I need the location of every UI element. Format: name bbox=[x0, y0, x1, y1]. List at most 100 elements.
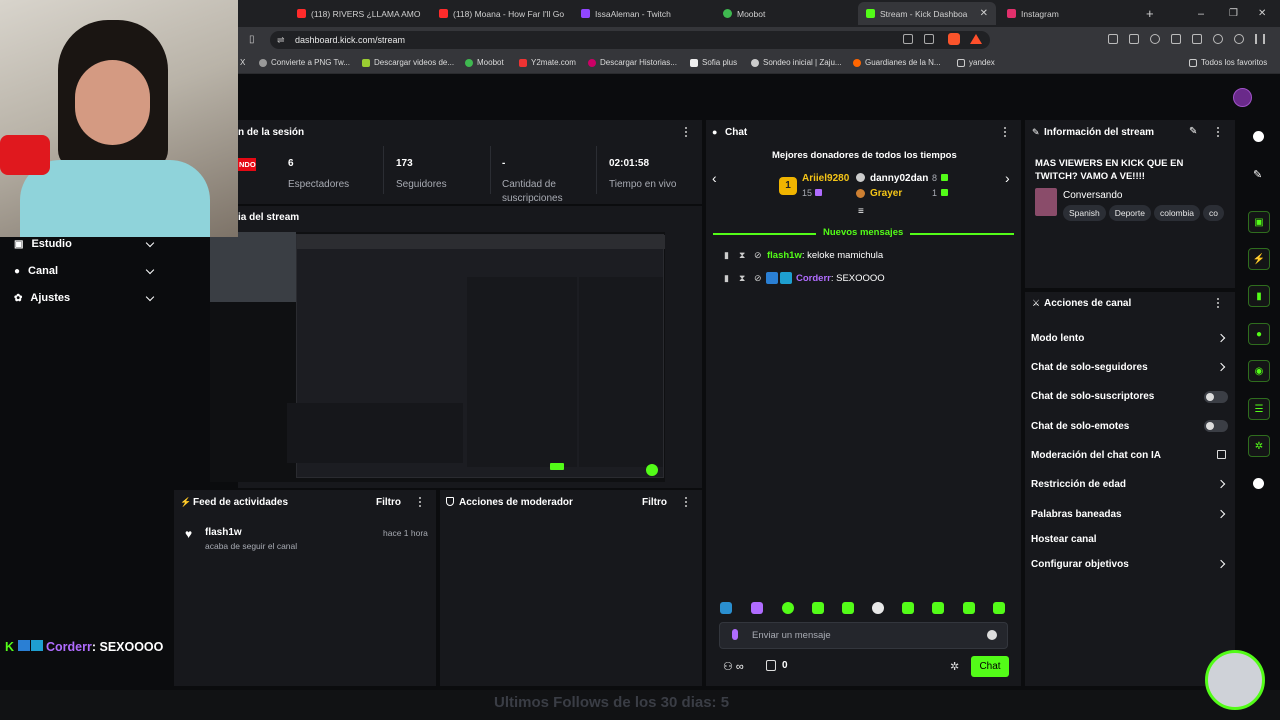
sidebar-item-estudio[interactable]: ▣ Estudio bbox=[14, 238, 72, 250]
more-icon[interactable] bbox=[685, 127, 688, 137]
edit-icon[interactable]: ✎ bbox=[1189, 126, 1197, 137]
maximize-icon[interactable]: ❐ bbox=[1229, 4, 1238, 23]
mute-icon[interactable] bbox=[903, 34, 913, 44]
menu-icon[interactable] bbox=[1255, 34, 1265, 44]
more-icon[interactable] bbox=[1217, 298, 1220, 308]
chevron-down-icon[interactable] bbox=[145, 238, 155, 248]
external-link-icon[interactable] bbox=[1217, 450, 1226, 459]
chevron-down-icon[interactable] bbox=[145, 265, 155, 275]
rail-button-clip[interactable]: ▮ bbox=[1248, 285, 1270, 307]
emote-icon[interactable] bbox=[842, 602, 854, 614]
action-age-restriction[interactable]: Restricción de edad bbox=[1031, 479, 1126, 490]
gift-subs-icon[interactable]: ⚇ ∞ bbox=[723, 660, 744, 673]
chevron-down-icon[interactable] bbox=[145, 292, 155, 302]
rail-button-preview[interactable]: ▣ bbox=[1248, 211, 1270, 233]
bookmark-folder[interactable]: yandex bbox=[957, 58, 995, 67]
emote-icon[interactable] bbox=[902, 602, 914, 614]
tab-instagram[interactable]: Instagram bbox=[1007, 4, 1117, 23]
feed-user[interactable]: flash1w bbox=[205, 527, 242, 538]
close-tab-icon[interactable]: ✕ bbox=[980, 8, 988, 19]
rail-button-broadcast[interactable]: ◉ bbox=[1248, 360, 1270, 382]
emote-icon[interactable] bbox=[782, 602, 794, 614]
action-followers-only[interactable]: Chat de solo-seguidores bbox=[1031, 362, 1148, 373]
leo-icon[interactable] bbox=[1213, 34, 1223, 44]
tag[interactable]: Spanish bbox=[1063, 205, 1106, 221]
new-tab-button[interactable]: + bbox=[1146, 4, 1154, 23]
chevron-left-icon[interactable]: ‹ bbox=[712, 170, 717, 186]
emote-icon[interactable] bbox=[932, 602, 944, 614]
emote-icon[interactable] bbox=[963, 602, 975, 614]
emotes-only-toggle[interactable] bbox=[1204, 420, 1228, 432]
chevron-right-icon[interactable]: › bbox=[1005, 170, 1010, 186]
avatar[interactable] bbox=[1233, 88, 1252, 107]
bookmark-item[interactable]: Moobot bbox=[465, 58, 504, 67]
emote-icon[interactable] bbox=[751, 602, 763, 614]
donor2-name[interactable]: danny02dan bbox=[870, 173, 928, 184]
emote-icon[interactable] bbox=[993, 602, 1005, 614]
store-icon[interactable] bbox=[766, 660, 776, 671]
sidebar-item-canal[interactable]: ● Canal bbox=[14, 265, 58, 277]
bookmark-item[interactable]: Sondeo inicial | Zaju... bbox=[751, 58, 842, 67]
tab-kick-dashboard[interactable]: Stream - Kick Dashboa ✕ bbox=[858, 2, 996, 25]
modactions-filter-button[interactable]: Filtro bbox=[642, 497, 667, 508]
all-favorites[interactable]: Todos los favoritos bbox=[1189, 58, 1267, 67]
timeout-icon[interactable]: ⧗ bbox=[739, 250, 745, 261]
stream-preview-video[interactable] bbox=[210, 232, 665, 482]
more-rail-icon[interactable] bbox=[1253, 478, 1264, 489]
bookmark-item[interactable]: Convierte a PNG Tw... bbox=[259, 58, 350, 67]
brave-shield-icon[interactable] bbox=[948, 33, 960, 45]
feed-filter-button[interactable]: Filtro bbox=[376, 497, 401, 508]
site-info-icon[interactable]: ⇌ bbox=[277, 35, 285, 46]
tab-moana[interactable]: (118) Moana - How Far I'll Go bbox=[439, 4, 564, 23]
bookmark-item[interactable]: Descargar videos de... bbox=[362, 58, 454, 67]
vpn-icon[interactable] bbox=[1234, 34, 1244, 44]
bookmark-star-icon[interactable]: ▯ bbox=[249, 34, 255, 45]
rail-button-tools[interactable]: ✲ bbox=[1248, 435, 1270, 457]
emote-icon[interactable] bbox=[872, 602, 884, 614]
more-icon[interactable] bbox=[419, 497, 422, 507]
collapse-icon[interactable]: ≡ bbox=[858, 206, 864, 217]
send-chat-button[interactable]: Chat bbox=[971, 656, 1009, 677]
wallet-icon[interactable] bbox=[1192, 34, 1202, 44]
share-icon[interactable] bbox=[924, 34, 934, 44]
rail-button-layout[interactable]: ☰ bbox=[1248, 398, 1270, 420]
donor3-name[interactable]: Grayer bbox=[870, 188, 902, 199]
subscribers-only-toggle[interactable] bbox=[1204, 391, 1228, 403]
action-host-channel[interactable]: Hostear canal bbox=[1031, 534, 1097, 545]
extension-icon[interactable] bbox=[1108, 34, 1118, 44]
timeout-icon[interactable]: ⧗ bbox=[739, 273, 745, 284]
ban-icon[interactable]: ⊘ bbox=[754, 273, 762, 284]
url-field[interactable]: dashboard.kick.com/stream bbox=[270, 31, 990, 49]
chat-message-user[interactable]: Corderr bbox=[796, 273, 831, 284]
tab-rivers[interactable]: (118) RIVERS ¿LLAMA AMO bbox=[297, 4, 422, 23]
music-icon[interactable] bbox=[1150, 34, 1160, 44]
bookmark-item[interactable]: Y2mate.com bbox=[519, 58, 576, 67]
action-slow-mode[interactable]: Modo lento bbox=[1031, 333, 1084, 344]
action-banned-words[interactable]: Palabras baneadas bbox=[1031, 509, 1122, 520]
sidebar-item-ajustes[interactable]: ✿ Ajustes bbox=[14, 292, 70, 304]
brave-rewards-icon[interactable] bbox=[970, 34, 982, 44]
ban-icon[interactable]: ⊘ bbox=[754, 250, 762, 261]
more-icon[interactable] bbox=[1217, 127, 1220, 137]
sidebar-icon[interactable] bbox=[1171, 34, 1181, 44]
emote-icon[interactable] bbox=[720, 602, 732, 614]
tab-twitch[interactable]: IssaAleman - Twitch bbox=[581, 4, 701, 23]
more-icon[interactable] bbox=[1004, 127, 1007, 137]
tab-moobot[interactable]: Moobot bbox=[723, 4, 833, 23]
extension-icon[interactable] bbox=[1129, 34, 1139, 44]
delete-icon[interactable]: ▮ bbox=[724, 273, 729, 284]
settings-gear-icon[interactable]: ✲ bbox=[950, 660, 959, 673]
chat-message-user[interactable]: flash1w bbox=[767, 250, 802, 261]
donor1-name[interactable]: Ariiel9280 bbox=[802, 173, 849, 184]
tag[interactable]: Deporte bbox=[1108, 205, 1151, 221]
delete-icon[interactable]: ▮ bbox=[724, 250, 729, 261]
tag[interactable]: co bbox=[1203, 205, 1224, 221]
rail-button-bolt[interactable]: ⚡ bbox=[1248, 248, 1270, 270]
pencil-icon[interactable]: ✎ bbox=[1253, 168, 1262, 181]
minimize-icon[interactable]: – bbox=[1198, 4, 1204, 23]
action-ai-moderation[interactable]: Moderación del chat con IA bbox=[1031, 450, 1161, 461]
action-goals[interactable]: Configurar objetivos bbox=[1031, 559, 1129, 570]
microphone-icon[interactable] bbox=[732, 629, 738, 640]
tag[interactable]: colombia bbox=[1153, 205, 1200, 221]
bookmark-x[interactable]: X bbox=[240, 58, 245, 67]
